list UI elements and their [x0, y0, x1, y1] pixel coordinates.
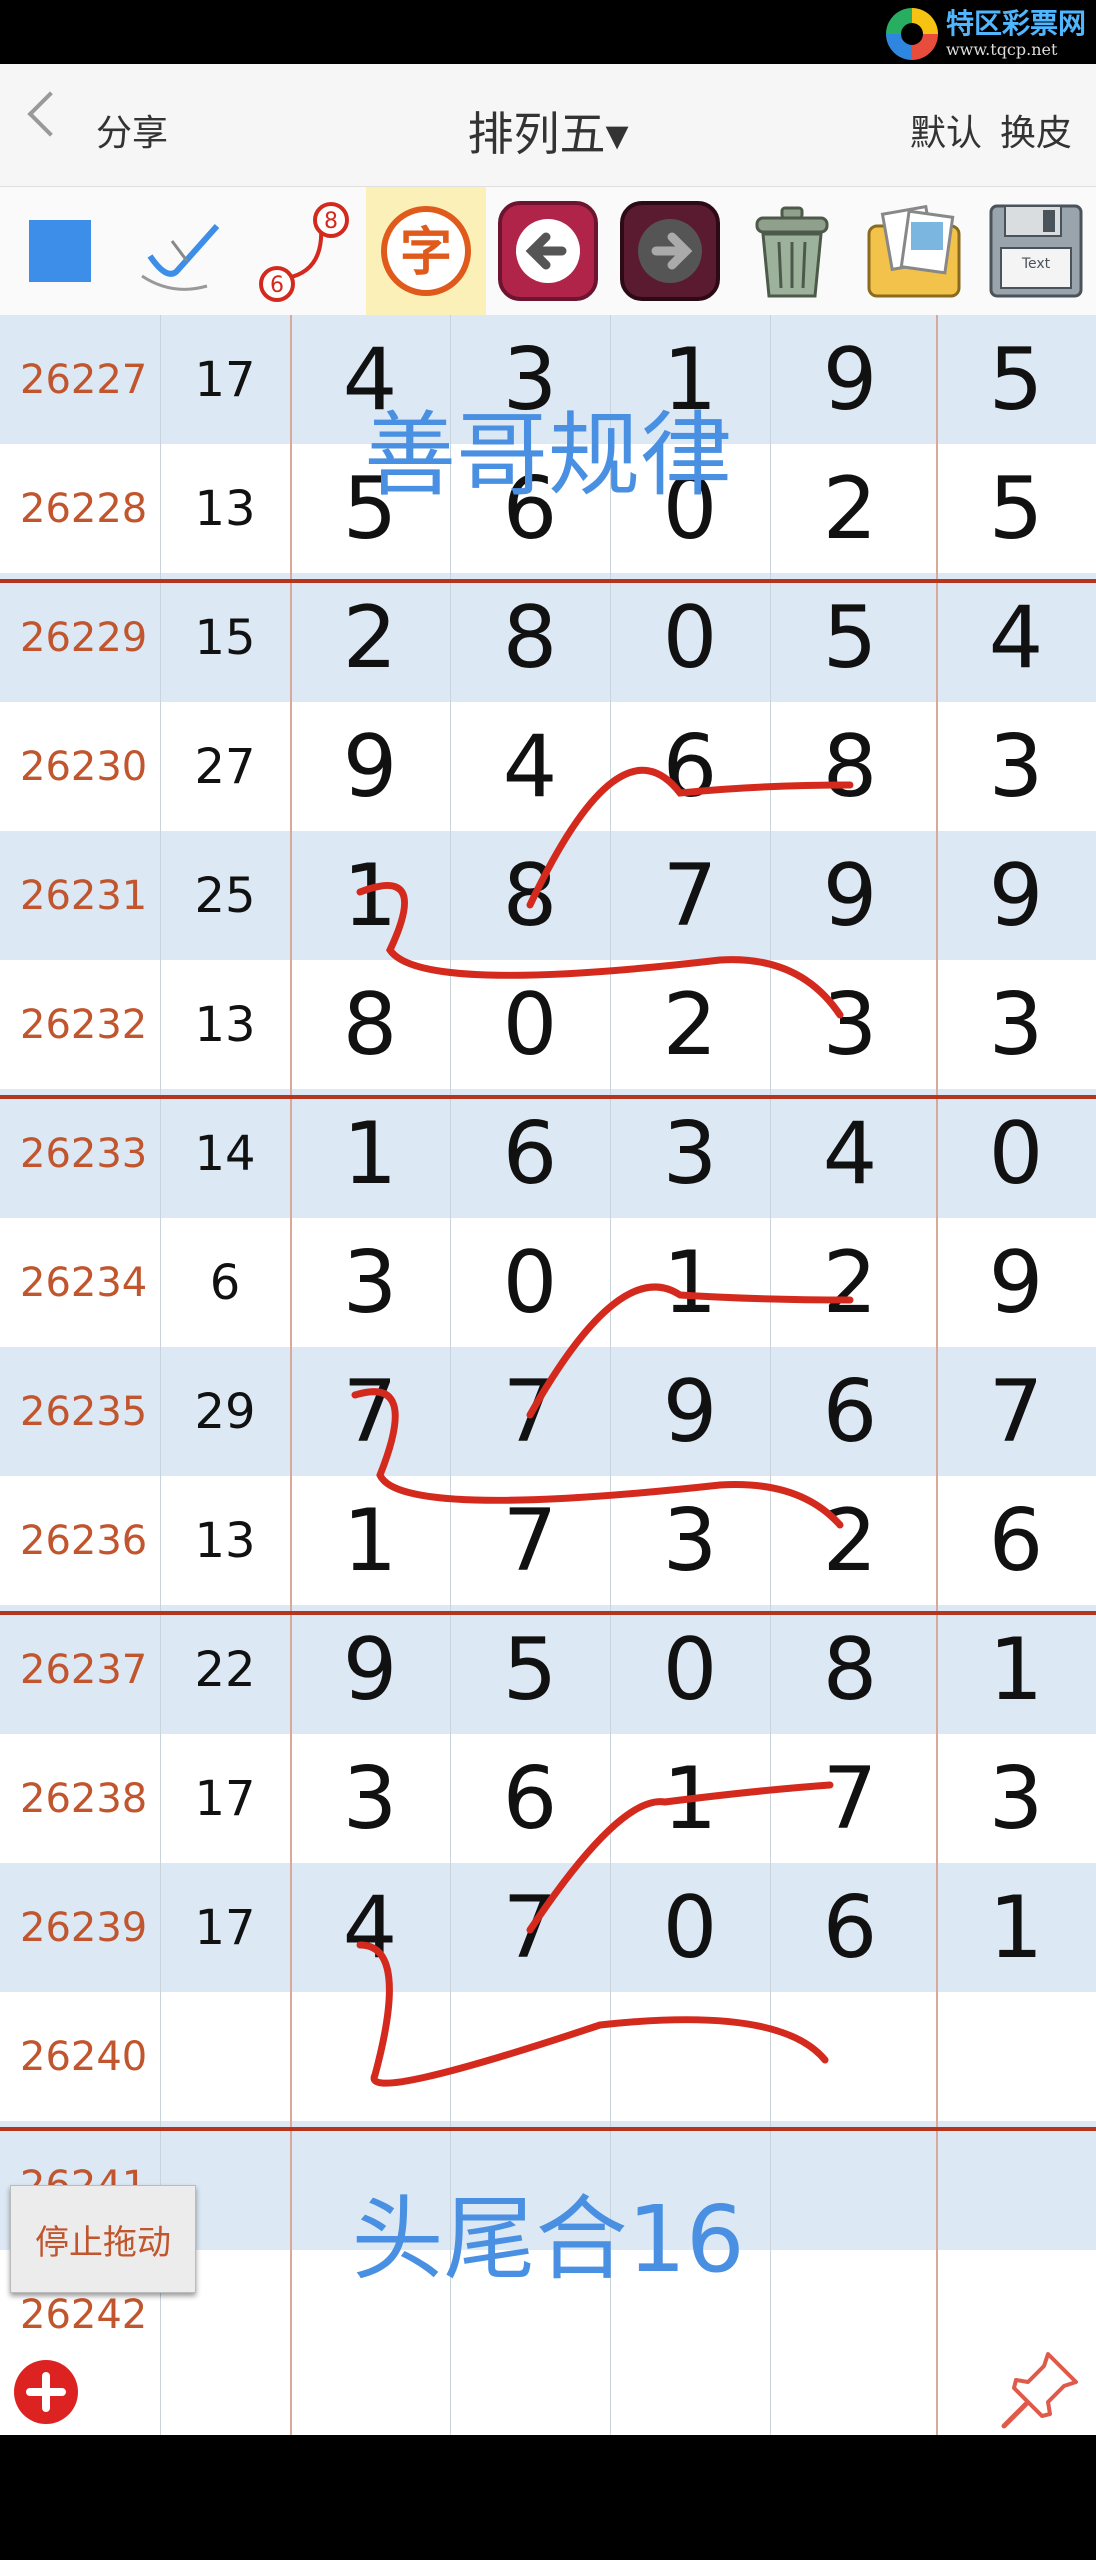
default-button[interactable]: 默认 [910, 104, 982, 156]
annotation-stroke [526, 766, 854, 909]
pen-tool[interactable] [122, 187, 242, 315]
add-button[interactable] [14, 2360, 78, 2424]
annotation-stroke [526, 1781, 834, 1934]
share-button[interactable]: 分享 [96, 104, 168, 156]
gallery-button[interactable] [854, 187, 974, 315]
svg-text:6: 6 [270, 273, 284, 298]
annotation-stroke [351, 1388, 844, 1529]
redo-button[interactable] [610, 187, 730, 315]
photos-icon [867, 204, 961, 298]
undo-icon [498, 201, 598, 301]
change-skin-button[interactable]: 换皮 [1000, 104, 1072, 156]
svg-text:字: 字 [400, 223, 452, 283]
clear-button[interactable] [732, 187, 852, 315]
dropdown-arrow-icon: ▾ [605, 107, 629, 161]
save-icon: Text [989, 204, 1083, 298]
pin-icon [1001, 2352, 1078, 2429]
svg-text:8: 8 [324, 209, 338, 234]
logo-url: www.tqcp.net [945, 40, 1058, 59]
annotation-stroke [356, 1941, 829, 2087]
text-tool[interactable]: 字 [366, 187, 486, 315]
back-chevron-icon[interactable] [27, 91, 73, 137]
page-title[interactable]: 排列五▾ [467, 107, 628, 161]
pen-icon [141, 224, 220, 291]
square-tool[interactable] [0, 187, 120, 315]
curve-tool[interactable]: 8 6 [244, 187, 364, 315]
trash-icon [755, 206, 829, 298]
site-logo: 特区彩票网 www.tqcp.net [885, 6, 1086, 62]
draw-history-table: 26227 17 4 3 1 9 5 26228 13 5 6 0 2 5 26229 15 2 8 0 5 4 2623… [0, 315, 1096, 2435]
curve-icon: 8 6 [259, 202, 349, 302]
logo-title: 特区彩票网 [945, 7, 1086, 40]
pin-button[interactable] [996, 2344, 1086, 2434]
square-icon [29, 220, 91, 282]
redo-icon [620, 201, 720, 301]
nav-bar: 分享 排列五▾ 默认 换皮 [0, 64, 1096, 187]
annotation-stroke [526, 1283, 854, 1419]
annotation-strokes [351, 766, 854, 2087]
svg-text:Text: Text [1021, 256, 1051, 272]
undo-button[interactable] [488, 187, 608, 315]
text-icon: 字 [381, 206, 471, 296]
logo-mark-icon [885, 8, 938, 60]
plus-icon [26, 2372, 66, 2412]
drawing-toolbar: 8 6 字 Text [0, 187, 1096, 315]
save-button[interactable]: Text [976, 187, 1096, 315]
annotation-stroke [356, 882, 844, 1019]
stop-drag-button[interactable]: 停止拖动 [10, 2185, 196, 2293]
status-bar: 特区彩票网 www.tqcp.net [0, 0, 1096, 64]
system-nav-bar [0, 2435, 1096, 2560]
